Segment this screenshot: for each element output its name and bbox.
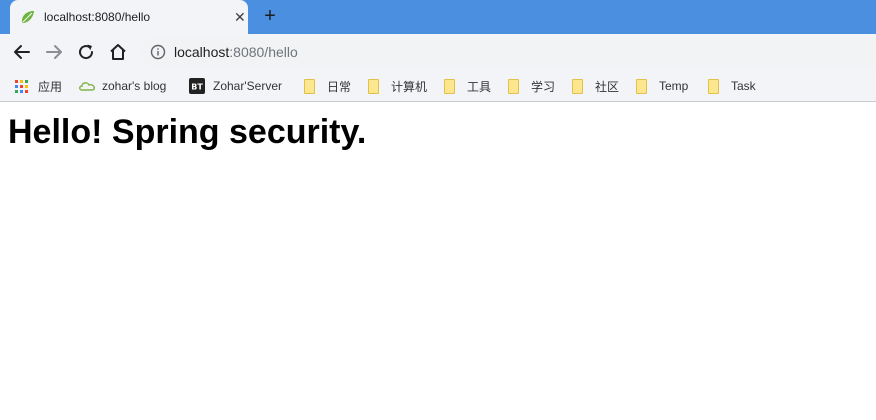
- svg-text:BT: BT: [191, 83, 203, 92]
- bookmark-apps[interactable]: 应用: [15, 77, 62, 95]
- new-tab-button[interactable]: +: [260, 6, 280, 26]
- address-url: localhost:8080/hello: [174, 44, 298, 60]
- bookmark-folder-tools[interactable]: 工具: [444, 77, 491, 95]
- bookmark-label: 学习: [531, 79, 556, 94]
- bookmark-zohars-blog[interactable]: zohar's blog: [78, 77, 166, 95]
- arrow-left-icon[interactable]: [11, 41, 33, 63]
- folder-icon: [572, 78, 583, 94]
- bookmark-folder-community[interactable]: 社区: [572, 77, 619, 95]
- bookmark-folder-study[interactable]: 学习: [508, 77, 555, 95]
- url-path: :8080/hello: [229, 44, 298, 60]
- tab-strip: localhost:8080/hello ✕ +: [0, 0, 876, 34]
- address-bar[interactable]: localhost:8080/hello: [140, 37, 876, 67]
- folder-icon: [636, 78, 647, 94]
- page-heading: Hello! Spring security.: [8, 113, 367, 151]
- bookmark-label: 应用: [38, 79, 63, 94]
- arrow-right-icon[interactable]: [43, 41, 65, 63]
- bookmark-zohar-server[interactable]: BT Zohar'Server: [189, 77, 282, 95]
- close-icon[interactable]: ✕: [234, 10, 246, 24]
- page-content: Hello! Spring security.: [0, 103, 876, 420]
- home-icon[interactable]: [107, 41, 129, 63]
- reload-icon[interactable]: [75, 41, 97, 63]
- bookmark-label: Task: [731, 79, 756, 93]
- url-host: localhost: [174, 44, 230, 60]
- bookmark-label: 日常: [327, 79, 352, 94]
- bookmark-label: 计算机: [391, 79, 428, 94]
- bookmark-label: zohar's blog: [102, 79, 167, 93]
- folder-icon: [708, 78, 719, 94]
- bookmark-label: Temp: [659, 79, 689, 93]
- bookmark-folder-temp[interactable]: Temp: [636, 77, 688, 95]
- folder-icon: [368, 78, 379, 94]
- bookmarks-bar: 应用 zohar's blog BT Zohar'Server 日常 计算机 工…: [0, 70, 876, 102]
- bookmark-label: 社区: [595, 79, 620, 94]
- spring-leaf-icon: [22, 11, 34, 23]
- tab-title: localhost:8080/hello: [44, 10, 151, 24]
- apps-grid-icon: [15, 80, 28, 93]
- bookmark-folder-computer[interactable]: 计算机: [368, 77, 427, 95]
- info-icon[interactable]: [150, 44, 166, 60]
- tab-localhost-hello[interactable]: localhost:8080/hello ✕: [10, 0, 248, 34]
- bt-icon: BT: [189, 78, 205, 94]
- bookmark-folder-daily[interactable]: 日常: [304, 77, 351, 95]
- cloud-icon: [79, 82, 95, 91]
- folder-icon: [304, 78, 315, 94]
- bookmark-label: 工具: [467, 79, 492, 94]
- folder-icon: [444, 78, 455, 94]
- toolbar: localhost:8080/hello: [0, 34, 876, 70]
- folder-icon: [508, 78, 519, 94]
- bookmark-folder-task[interactable]: Task: [708, 77, 756, 95]
- bookmark-label: Zohar'Server: [213, 79, 282, 93]
